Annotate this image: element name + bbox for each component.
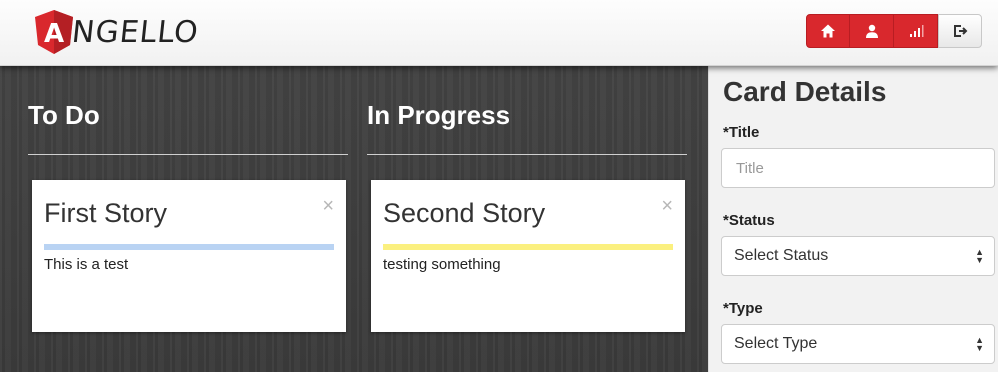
status-label: *Status (723, 212, 775, 229)
svg-text:A: A (44, 19, 64, 49)
card-description: This is a test (44, 256, 129, 273)
logout-button[interactable] (938, 14, 982, 48)
story-card[interactable]: Second Story × testing something (371, 180, 685, 332)
lane-title: In Progress (367, 100, 511, 130)
angular-shield-icon: A (35, 10, 73, 54)
title-input[interactable] (721, 148, 995, 188)
profile-button[interactable] (850, 14, 894, 48)
card-title: Second Story (383, 198, 546, 228)
select-arrows-icon: ▲ ▼ (975, 247, 984, 265)
close-icon[interactable]: × (322, 196, 334, 216)
logout-icon (954, 25, 968, 37)
lane-to-do: To Do First Story × This is a test (28, 66, 350, 372)
top-navbar: A NGELLO (0, 0, 998, 66)
card-details-panel: Card Details *Title *Status Select Statu… (708, 66, 998, 372)
card-description: testing something (383, 256, 501, 273)
status-select-value: Select Status (734, 247, 829, 264)
stats-button[interactable] (894, 14, 938, 48)
lane-in-progress: In Progress Second Story × testing somet… (367, 66, 689, 372)
brand-name: NGELLO (70, 14, 201, 50)
user-icon (865, 24, 878, 38)
card-title: First Story (44, 198, 168, 228)
card-status-bar (383, 244, 673, 250)
card-status-bar (44, 244, 334, 250)
title-label: *Title (723, 124, 760, 141)
lane-title: To Do (28, 100, 100, 130)
select-arrows-icon: ▲ ▼ (975, 335, 984, 353)
story-card[interactable]: First Story × This is a test (32, 180, 346, 332)
close-icon[interactable]: × (661, 196, 673, 216)
story-board: To Do First Story × This is a test In Pr… (0, 66, 708, 372)
home-icon (821, 24, 835, 38)
lane-divider (28, 154, 348, 155)
signal-icon (909, 25, 923, 37)
home-button[interactable] (806, 14, 850, 48)
nav-button-group (806, 14, 982, 48)
type-select-value: Select Type (734, 335, 818, 352)
status-select[interactable]: Select Status ▲ ▼ (721, 236, 995, 276)
type-select[interactable]: Select Type ▲ ▼ (721, 324, 995, 364)
type-label: *Type (723, 300, 763, 317)
brand-logo[interactable]: A NGELLO (34, 8, 201, 56)
panel-title: Card Details (723, 76, 887, 107)
lane-divider (367, 154, 687, 155)
